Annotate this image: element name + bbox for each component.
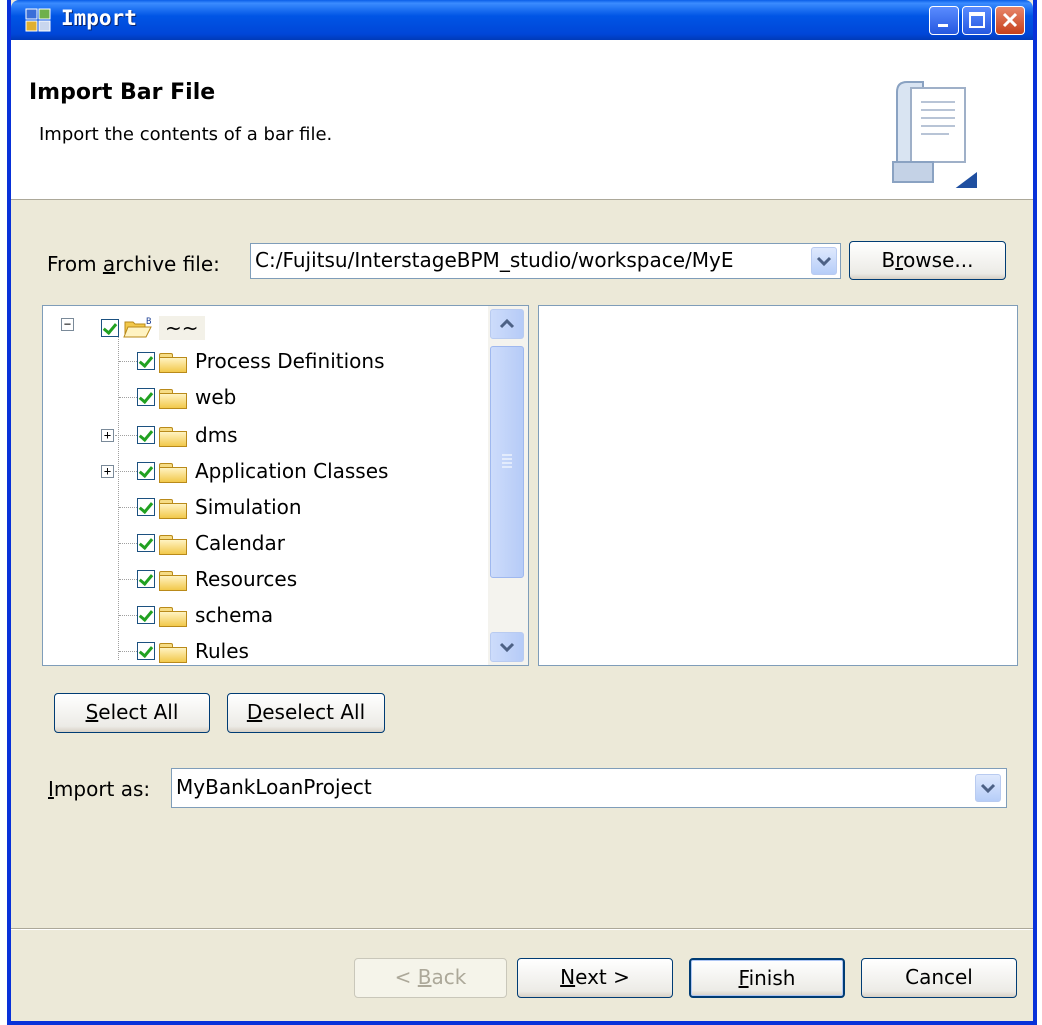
tree-connector — [115, 435, 137, 436]
tree-item-label: Application Classes — [195, 459, 389, 483]
tree-connector — [119, 615, 139, 616]
tree-root-row[interactable]: B ~~ — [101, 311, 205, 345]
select-all-button[interactable]: Select All — [54, 693, 210, 733]
tree-root-label: ~~ — [159, 316, 205, 340]
browse-button[interactable]: Browse... — [849, 241, 1006, 280]
title-bar[interactable]: Import — [11, 0, 1033, 40]
expand-toggle[interactable]: + — [101, 465, 114, 478]
page-title: Import Bar File — [29, 80, 216, 105]
resource-tree[interactable]: − B ~~ Process Definitions web + dms + A… — [42, 305, 529, 666]
item-checkbox[interactable] — [137, 642, 155, 660]
expand-toggle[interactable]: + — [101, 429, 114, 442]
chevron-down-icon — [980, 783, 996, 794]
tree-connector — [119, 361, 139, 362]
footer-separator — [11, 928, 1033, 930]
page-description: Import the contents of a bar file. — [39, 124, 333, 145]
import-as-input[interactable]: MyBankLoanProject — [176, 775, 966, 799]
close-button[interactable] — [995, 6, 1025, 35]
item-checkbox[interactable] — [137, 570, 155, 588]
archive-file-input[interactable]: C:/Fujitsu/InterstageBPM_studio/workspac… — [255, 248, 810, 272]
close-icon — [1002, 12, 1018, 28]
chevron-up-icon — [499, 318, 515, 329]
archive-file-label: From archive file: — [47, 252, 220, 276]
archive-file-combo[interactable]: C:/Fujitsu/InterstageBPM_studio/workspac… — [250, 243, 841, 279]
tree-item-label: Process Definitions — [195, 349, 385, 373]
tree-item-label: Simulation — [195, 495, 302, 519]
svg-text:B: B — [146, 317, 151, 327]
tree-vertical-scrollbar[interactable] — [488, 306, 528, 665]
import-wizard-icon — [892, 81, 977, 188]
maximize-icon — [969, 12, 985, 28]
wizard-header: Import Bar File Import the contents of a… — [11, 40, 1033, 200]
import-as-combo[interactable]: MyBankLoanProject — [171, 768, 1007, 808]
tree-connector — [115, 471, 137, 472]
tree-item[interactable]: Process Definitions — [137, 344, 385, 378]
cancel-button[interactable]: Cancel — [861, 958, 1017, 998]
folder-icon — [159, 387, 187, 409]
import-as-dropdown-button[interactable] — [975, 774, 1001, 802]
minimize-button[interactable] — [929, 6, 959, 35]
archive-dropdown-button[interactable] — [811, 247, 837, 275]
tree-connector — [119, 397, 139, 398]
tree-item[interactable]: schema — [137, 598, 273, 632]
open-folder-icon: B — [123, 317, 152, 338]
scroll-down-button[interactable] — [490, 632, 524, 662]
item-checkbox[interactable] — [137, 462, 155, 480]
scroll-up-button[interactable] — [490, 309, 524, 339]
tree-item[interactable]: Calendar — [137, 526, 285, 560]
item-checkbox[interactable] — [137, 426, 155, 444]
scroll-thumb[interactable] — [490, 346, 524, 578]
tree-item[interactable]: Resources — [137, 562, 297, 596]
tree-connector — [119, 651, 139, 652]
folder-icon — [159, 641, 187, 663]
item-checkbox[interactable] — [137, 352, 155, 370]
maximize-button[interactable] — [962, 6, 992, 35]
next-button[interactable]: Next > — [517, 958, 673, 998]
import-app-icon — [25, 8, 51, 32]
folder-icon — [159, 461, 187, 483]
chevron-down-icon — [499, 642, 515, 653]
tree-item[interactable]: web — [137, 380, 236, 414]
minimize-icon — [938, 24, 948, 27]
tree-item[interactable]: Simulation — [137, 490, 302, 524]
folder-icon — [159, 425, 187, 447]
import-as-label: Import as: — [48, 777, 151, 801]
tree-item-label: web — [195, 385, 237, 409]
item-checkbox[interactable] — [137, 534, 155, 552]
file-list-pane[interactable] — [538, 305, 1018, 666]
tree-connector — [119, 579, 139, 580]
root-checkbox[interactable] — [101, 319, 119, 337]
finish-button[interactable]: Finish — [689, 958, 845, 998]
collapse-toggle[interactable]: − — [61, 318, 74, 331]
tree-item-label: schema — [195, 603, 274, 627]
item-checkbox[interactable] — [137, 498, 155, 516]
tree-item-label: Rules — [195, 639, 249, 663]
tree-item[interactable]: Rules — [137, 634, 249, 665]
import-dialog: Import Import Bar File Import the conten… — [7, 0, 1037, 1025]
folder-icon — [159, 605, 187, 627]
item-checkbox[interactable] — [137, 606, 155, 624]
tree-item-label: Calendar — [195, 531, 285, 555]
tree-item[interactable]: Application Classes — [137, 454, 388, 488]
folder-icon — [159, 533, 187, 555]
tree-connector — [118, 334, 119, 660]
tree-item[interactable]: dms — [137, 418, 238, 452]
back-button[interactable]: < Back — [354, 958, 507, 998]
tree-item-label: dms — [195, 423, 238, 447]
tree-connector — [119, 543, 139, 544]
tree-connector — [119, 507, 139, 508]
chevron-down-icon — [816, 256, 832, 267]
item-checkbox[interactable] — [137, 388, 155, 406]
window-title: Import — [61, 6, 137, 30]
folder-icon — [159, 351, 187, 373]
folder-icon — [159, 497, 187, 519]
grip-icon — [502, 454, 512, 468]
deselect-all-button[interactable]: Deselect All — [227, 693, 385, 733]
tree-item-label: Resources — [195, 567, 298, 591]
folder-icon — [159, 569, 187, 591]
